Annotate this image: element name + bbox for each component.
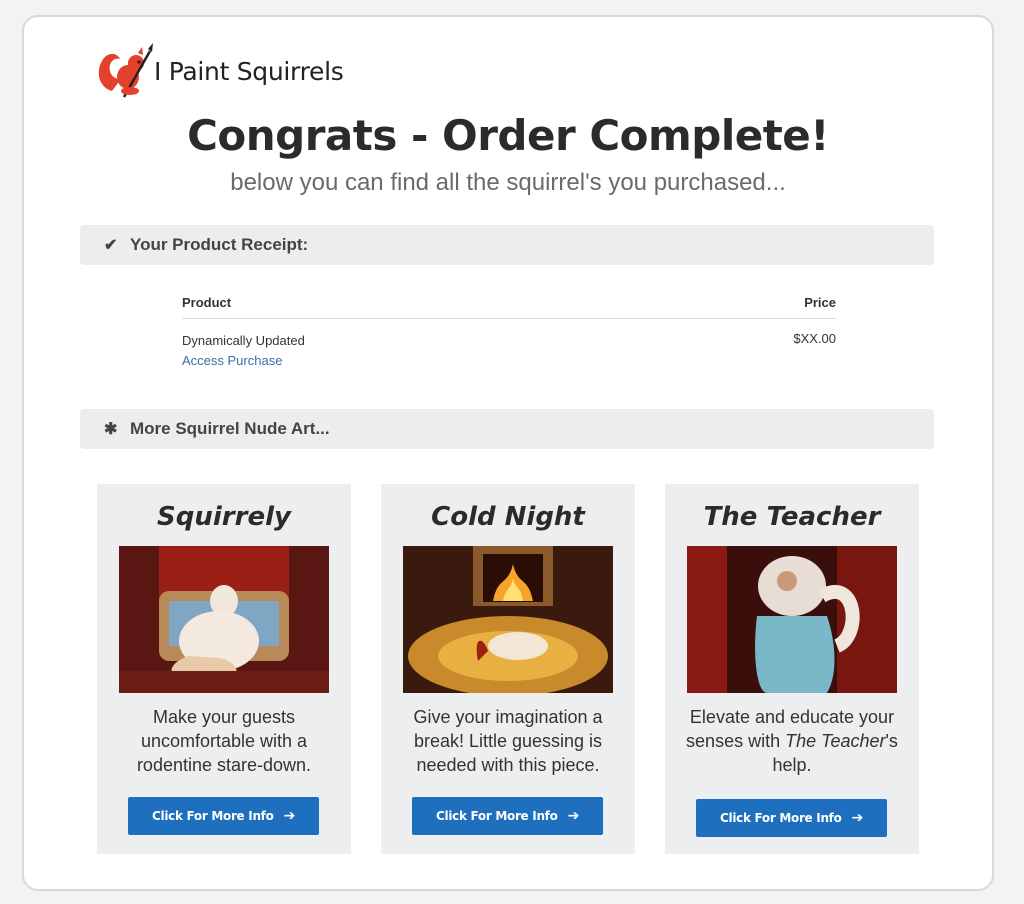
product-description: Elevate and educate your senses with The… bbox=[682, 705, 902, 777]
page-subtitle: below you can find all the squirrel's yo… bbox=[230, 169, 786, 196]
receipt-section-label: Your Product Receipt: bbox=[130, 235, 309, 254]
brand-name: I Paint Squirrels bbox=[154, 56, 344, 86]
table-row: Dynamically Updated Access Purchase $XX.… bbox=[182, 319, 836, 371]
button-label: Click For More Info bbox=[436, 809, 558, 823]
button-label: Click For More Info bbox=[720, 811, 842, 825]
painting-image[interactable] bbox=[119, 546, 329, 693]
more-art-section-header: ✱ More Squirrel Nude Art... bbox=[80, 409, 934, 449]
asterisk-icon: ✱ bbox=[104, 421, 118, 438]
more-info-button[interactable]: Click For More Info ➔ bbox=[696, 799, 887, 837]
more-info-button[interactable]: Click For More Info ➔ bbox=[412, 797, 603, 835]
squirrel-painter-icon bbox=[98, 43, 153, 98]
product-title: The Teacher bbox=[703, 502, 881, 532]
product-name: Dynamically Updated bbox=[182, 333, 305, 348]
arrow-right-icon: ➔ bbox=[567, 808, 580, 824]
page-title: Congrats - Order Complete! bbox=[187, 111, 829, 160]
product-description: Give your imagination a break! Little gu… bbox=[413, 707, 603, 775]
product-card-cold-night: Cold Night Give your imagination a break… bbox=[381, 484, 635, 854]
receipt-table-header: Product Price bbox=[182, 295, 836, 319]
more-art-section-label: More Squirrel Nude Art... bbox=[130, 419, 330, 438]
button-label: Click For More Info bbox=[152, 809, 274, 823]
order-complete-card: I Paint Squirrels Congrats - Order Compl… bbox=[22, 15, 994, 891]
painting-image[interactable] bbox=[403, 546, 613, 693]
more-info-button[interactable]: Click For More Info ➔ bbox=[128, 797, 319, 835]
access-purchase-link[interactable]: Access Purchase bbox=[182, 351, 305, 371]
arrow-right-icon: ➔ bbox=[283, 808, 296, 824]
check-icon: ✔ bbox=[104, 237, 118, 254]
price-cell: $XX.00 bbox=[793, 331, 836, 346]
product-card-squirrely: Squirrely Make your guests uncomfortable… bbox=[97, 484, 351, 854]
column-price: Price bbox=[804, 295, 836, 310]
product-title: Cold Night bbox=[431, 502, 585, 532]
receipt-section-header: ✔ Your Product Receipt: bbox=[80, 225, 934, 265]
product-title: Squirrely bbox=[157, 502, 291, 532]
product-cell: Dynamically Updated Access Purchase bbox=[182, 331, 305, 371]
column-product: Product bbox=[182, 295, 232, 310]
description-emphasis: The Teacher bbox=[785, 731, 886, 751]
painting-image[interactable] bbox=[687, 546, 897, 693]
receipt-table: Product Price Dynamically Updated Access… bbox=[182, 295, 836, 371]
arrow-right-icon: ➔ bbox=[851, 810, 864, 826]
product-description: Make your guests uncomfortable with a ro… bbox=[136, 707, 312, 775]
product-card-the-teacher: The Teacher Elevate and educate your sen… bbox=[665, 484, 919, 854]
brand-logo[interactable]: I Paint Squirrels bbox=[94, 41, 344, 101]
